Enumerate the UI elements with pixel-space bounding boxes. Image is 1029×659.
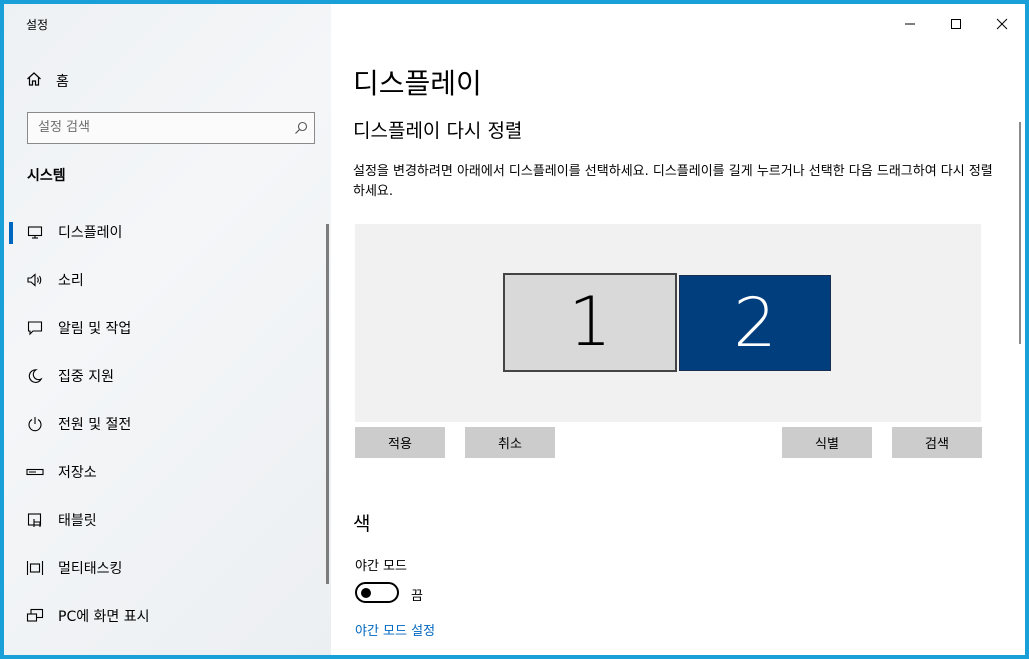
night-mode-label: 야간 모드 [355, 559, 407, 574]
speaker-icon [26, 271, 44, 289]
color-section-title: 색 [353, 513, 371, 535]
rearrange-description: 설정을 변경하려면 아래에서 디스플레이를 선택하세요. 디스플레이를 길게 누… [353, 164, 993, 199]
settings-window: 설정 홈 시스템 디스플레이 [4, 4, 1025, 655]
sidebar-item-label: 멀티태스킹 [58, 561, 123, 577]
night-mode-settings-link[interactable]: 야간 모드 설정 [355, 620, 435, 639]
maximize-icon [950, 15, 962, 34]
sidebar-item-multitasking[interactable]: 멀티태스킹 [4, 544, 326, 592]
minimize-icon [904, 15, 916, 34]
maximize-button[interactable] [933, 4, 979, 44]
minimize-button[interactable] [887, 4, 933, 44]
toggle-knob [361, 587, 371, 598]
window-title: 설정 [26, 18, 49, 32]
sidebar-item-sound[interactable]: 소리 [4, 256, 326, 304]
power-icon [26, 415, 44, 433]
sidebar-item-project[interactable]: PC에 화면 표시 [4, 592, 326, 640]
sidebar-item-focus-assist[interactable]: 집중 지원 [4, 352, 326, 400]
close-button[interactable] [979, 4, 1025, 44]
display-1-tile[interactable]: 1 [503, 273, 677, 372]
search-icon[interactable] [294, 120, 308, 139]
sidebar-item-label: 저장소 [58, 465, 97, 481]
detect-button[interactable]: 검색 [892, 427, 982, 458]
search-box [27, 112, 315, 144]
sidebar-item-notifications[interactable]: 알림 및 작업 [4, 304, 326, 352]
sidebar-scrollbar[interactable] [326, 224, 329, 584]
night-mode-state: 끔 [411, 589, 423, 604]
notification-icon [26, 319, 44, 337]
home-label: 홈 [56, 74, 69, 90]
sidebar-item-label: 디스플레이 [58, 225, 123, 241]
apply-button[interactable]: 적용 [355, 427, 445, 458]
monitor-icon [26, 223, 44, 241]
sidebar-item-label: 전원 및 절전 [58, 417, 132, 433]
sidebar-item-display[interactable]: 디스플레이 [4, 208, 326, 256]
storage-icon [26, 463, 44, 481]
window-controls [887, 4, 1025, 44]
rearrange-title: 디스플레이 다시 정렬 [353, 120, 523, 142]
sidebar-item-power[interactable]: 전원 및 절전 [4, 400, 326, 448]
sidebar-item-label: 집중 지원 [58, 369, 114, 385]
sidebar-item-label: 태블릿 [58, 513, 97, 529]
page-title: 디스플레이 [353, 67, 482, 100]
display-arrangement-area: 1 2 [355, 224, 981, 422]
sidebar: 설정 홈 시스템 디스플레이 [4, 4, 331, 655]
cancel-button[interactable]: 취소 [465, 427, 555, 458]
night-mode-toggle[interactable] [355, 582, 399, 603]
sidebar-nav: 디스플레이 소리 알림 및 작업 집중 지원 전원 및 절전 저장소 태블릿 멀… [4, 208, 326, 640]
multitasking-icon [26, 559, 44, 577]
section-header-system: 시스템 [27, 168, 66, 184]
sidebar-item-label: 알림 및 작업 [58, 321, 132, 337]
sidebar-item-tablet[interactable]: 태블릿 [4, 496, 326, 544]
main-content: 디스플레이 디스플레이 다시 정렬 설정을 변경하려면 아래에서 디스플레이를 … [331, 4, 1025, 655]
tablet-icon [26, 511, 44, 529]
sidebar-item-storage[interactable]: 저장소 [4, 448, 326, 496]
project-icon [26, 607, 44, 625]
home-icon [26, 71, 42, 91]
sidebar-item-label: PC에 화면 표시 [58, 609, 150, 625]
moon-icon [26, 367, 44, 385]
home-nav[interactable]: 홈 [26, 70, 69, 92]
main-scrollbar[interactable] [1019, 122, 1021, 344]
display-2-number: 2 [733, 283, 777, 363]
search-input[interactable] [28, 113, 278, 141]
sidebar-item-label: 소리 [58, 273, 84, 289]
close-icon [996, 15, 1008, 34]
display-2-tile[interactable]: 2 [679, 275, 831, 371]
display-1-number: 1 [568, 283, 612, 362]
identify-button[interactable]: 식별 [782, 427, 872, 458]
